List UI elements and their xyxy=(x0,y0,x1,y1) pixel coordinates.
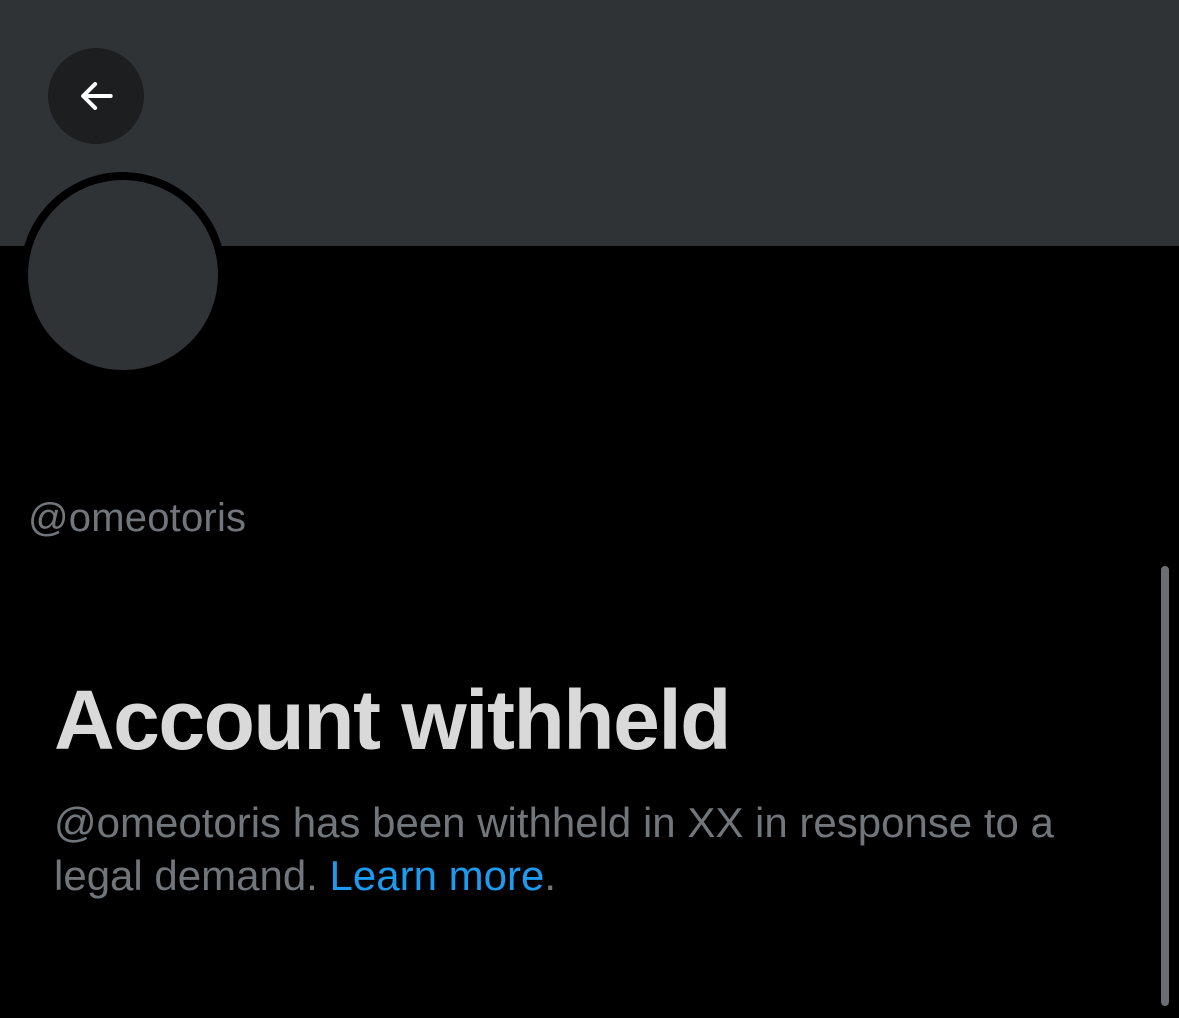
learn-more-link[interactable]: Learn more xyxy=(330,852,545,899)
back-button[interactable] xyxy=(48,48,144,144)
profile-handle: @omeotoris xyxy=(28,496,247,540)
notice-title: Account withheld xyxy=(54,673,731,767)
arrow-left-icon xyxy=(81,82,113,110)
scrollbar[interactable] xyxy=(1161,566,1169,1006)
notice-period: . xyxy=(544,852,556,899)
notice-description: @omeotoris has been withheld in XX in re… xyxy=(54,796,1144,902)
avatar xyxy=(20,172,226,378)
